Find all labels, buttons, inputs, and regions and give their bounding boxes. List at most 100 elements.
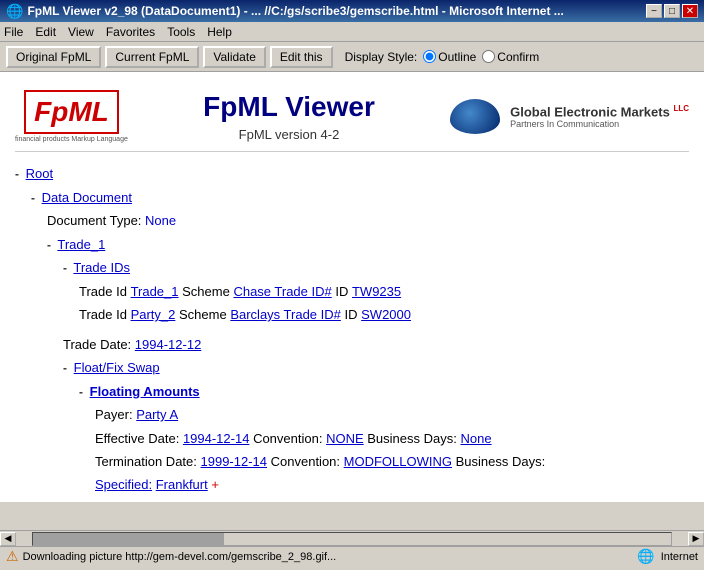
main-area: FpML financial products Markup Language … — [0, 72, 704, 530]
doc-type-node: Document Type: None — [47, 209, 689, 232]
doc-type-label: Document Type: — [47, 213, 141, 228]
trade-id-1-scheme-value[interactable]: Chase Trade ID# — [233, 280, 331, 303]
data-document-collapse[interactable]: - — [31, 191, 35, 205]
original-fpml-button[interactable]: Original FpML — [6, 46, 101, 68]
status-right: 🌐 Internet — [637, 548, 698, 565]
eff-business-days-value[interactable]: None — [460, 427, 491, 450]
eff-convention-value[interactable]: NONE — [326, 427, 364, 450]
hscroll-thumb[interactable] — [33, 533, 224, 545]
hscroll-track — [32, 532, 672, 546]
horizontal-scrollbar[interactable]: ◀ ▶ — [0, 530, 704, 546]
gem-tagline: Partners In Communication — [510, 119, 689, 129]
trade-id-2-value[interactable]: Party_2 — [131, 303, 176, 326]
calc-tenor-value[interactable]: 6 — [244, 497, 251, 502]
root-link[interactable]: Root — [26, 166, 53, 181]
fpml-logo-section: FpML financial products Markup Language — [15, 90, 128, 143]
confirm-radio-label[interactable]: Confirm — [482, 50, 539, 64]
root-node: - Root — [15, 162, 689, 186]
gem-company: Global Electronic Markets LLC — [510, 104, 689, 119]
eff-convention-label: Convention: — [253, 427, 322, 450]
close-button[interactable]: ✕ — [682, 4, 698, 18]
trade-id-2-id-value[interactable]: SW2000 — [361, 303, 411, 326]
gem-suffix: LLC — [673, 104, 689, 113]
hscroll-right-button[interactable]: ▶ — [688, 532, 704, 546]
menu-tools[interactable]: Tools — [167, 25, 195, 39]
data-document-link[interactable]: Data Document — [42, 190, 132, 205]
outline-label: Outline — [438, 50, 476, 64]
fpml-viewer-title: FpML Viewer — [203, 91, 375, 123]
calc-roll-value[interactable]: 14 — [391, 497, 405, 502]
trade-id-2-scheme-value[interactable]: Barclays Trade ID# — [230, 303, 341, 326]
term-specified-value[interactable]: Frankfurt — [156, 473, 208, 496]
trade-ids-link[interactable]: Trade IDs — [73, 260, 130, 275]
window-controls[interactable]: − □ ✕ — [646, 4, 698, 18]
eff-date-value[interactable]: 1994-12-14 — [183, 427, 250, 450]
term-business-days-label: Business Days: — [456, 450, 546, 473]
window-titlebar: 🌐 FpML Viewer v2_98 (DataDocument1) - ..… — [0, 0, 704, 22]
maximize-button[interactable]: □ — [664, 4, 680, 18]
trade-ids-node: - Trade IDs — [63, 256, 689, 280]
trade-date-label: Trade Date: — [63, 333, 131, 356]
term-plus[interactable]: + — [211, 473, 219, 496]
statusbar: ⚠ Downloading picture http://gem-devel.c… — [0, 546, 704, 566]
menubar: File Edit View Favorites Tools Help — [0, 22, 704, 42]
content-scroll[interactable]: FpML financial products Markup Language … — [0, 72, 704, 502]
trade-id-2-label: Trade Id — [79, 303, 127, 326]
trade-date-value[interactable]: 1994-12-12 — [135, 333, 202, 356]
window-title: FpML Viewer v2_98 (DataDocument1) - ... … — [27, 4, 563, 18]
menu-view[interactable]: View — [68, 25, 94, 39]
trade-id-1-value[interactable]: Trade_1 — [131, 280, 179, 303]
zone-text: Internet — [661, 551, 698, 563]
calc-period-node: Calculation Period: Tenor 6 Month Roll c… — [95, 497, 689, 502]
trade-ids-collapse[interactable]: - — [63, 261, 67, 275]
term-date-node: Termination Date: 1999-12-14 Convention:… — [95, 450, 689, 473]
trade-date-node: Trade Date: 1994-12-12 — [63, 333, 689, 356]
tree-content: - Root - Data Document Document Type: No… — [15, 162, 689, 502]
fpml-version: FpML version 4-2 — [203, 127, 375, 142]
calc-period-label: Calculation Period: — [95, 497, 204, 502]
outline-radio[interactable] — [423, 50, 436, 63]
menu-edit[interactable]: Edit — [35, 25, 56, 39]
payer-value[interactable]: Party A — [136, 403, 178, 426]
trade1-collapse[interactable]: - — [47, 238, 51, 252]
menu-file[interactable]: File — [4, 25, 23, 39]
fpml-header: FpML financial products Markup Language … — [15, 82, 689, 152]
validate-button[interactable]: Validate — [203, 46, 265, 68]
trade-id-1-label: Trade Id — [79, 280, 127, 303]
doc-type-value: None — [145, 213, 176, 228]
outline-radio-label[interactable]: Outline — [423, 50, 476, 64]
eff-date-node: Effective Date: 1994-12-14 Convention: N… — [95, 427, 689, 450]
menu-help[interactable]: Help — [207, 25, 232, 39]
status-loading-icon: ⚠ — [6, 548, 19, 565]
term-convention-label: Convention: — [271, 450, 340, 473]
floating-amounts-collapse[interactable]: - — [79, 385, 83, 399]
root-collapse[interactable]: - — [15, 167, 19, 181]
term-specified-label[interactable]: Specified: — [95, 473, 152, 496]
float-fix-collapse[interactable]: - — [63, 361, 67, 375]
app-icon: 🌐 — [6, 3, 23, 20]
trade-id-1-id-value[interactable]: TW9235 — [352, 280, 401, 303]
menu-favorites[interactable]: Favorites — [106, 25, 155, 39]
fpml-tagline: financial products Markup Language — [15, 136, 128, 143]
display-style-label: Display Style: — [345, 50, 418, 64]
hscroll-left-button[interactable]: ◀ — [0, 532, 16, 546]
confirm-radio[interactable] — [482, 50, 495, 63]
trade1-link[interactable]: Trade_1 — [57, 237, 105, 252]
term-date-value[interactable]: 1999-12-14 — [201, 450, 268, 473]
fpml-logo-box: FpML — [24, 90, 119, 134]
floating-amounts-link[interactable]: Floating Amounts — [90, 384, 200, 399]
internet-globe-icon: 🌐 — [637, 548, 654, 565]
term-convention-value[interactable]: MODFOLLOWING — [344, 450, 452, 473]
display-style-section: Display Style: Outline Confirm — [345, 50, 540, 64]
current-fpml-button[interactable]: Current FpML — [105, 46, 199, 68]
payer-node: Payer: Party A — [95, 403, 689, 426]
trade-id-2-node: Trade Id Party_2 Scheme Barclays Trade I… — [79, 303, 689, 326]
fpml-title-center: FpML Viewer FpML version 4-2 — [203, 91, 375, 142]
edit-this-button[interactable]: Edit this — [270, 46, 333, 68]
float-fix-link[interactable]: Float/Fix Swap — [74, 360, 160, 375]
minimize-button[interactable]: − — [646, 4, 662, 18]
term-specified-node: Specified: Frankfurt + — [95, 473, 689, 496]
trade1-node: - Trade_1 — [47, 233, 689, 257]
gem-logo-section: Global Electronic Markets LLC Partners I… — [450, 99, 689, 134]
float-fix-node: - Float/Fix Swap — [63, 356, 689, 380]
